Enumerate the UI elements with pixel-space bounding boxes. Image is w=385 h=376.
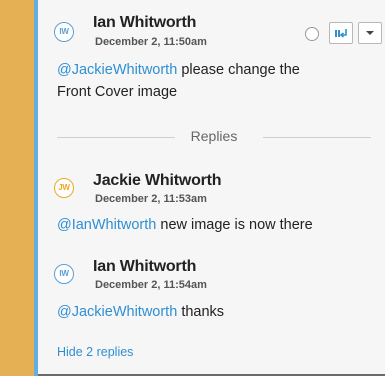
avatar: IW <box>54 22 74 42</box>
mention-link[interactable]: @JackieWhitworth <box>57 62 177 78</box>
comment-date: December 2, 11:50am <box>95 36 207 48</box>
comment-date: December 2, 11:53am <box>95 193 207 205</box>
replies-label: Replies <box>190 128 238 144</box>
comment-thread-panel: IW Ian Whitworth December 2, 11:50am @Ja… <box>34 0 385 376</box>
hide-replies-link[interactable]: Hide 2 replies <box>57 345 133 359</box>
mention-link[interactable]: @IanWhitworth <box>57 217 156 233</box>
mention-link[interactable]: @JackieWhitworth <box>57 304 177 320</box>
resolve-radio[interactable] <box>305 27 319 41</box>
comment-date: December 2, 11:54am <box>95 279 207 291</box>
comment-body: @JackieWhitworth please change the Front… <box>57 59 371 103</box>
more-options-button[interactable] <box>358 22 382 44</box>
comment-author: Jackie Whitworth <box>93 172 222 189</box>
replies-divider: Replies <box>57 127 371 147</box>
comment-author: Ian Whitworth <box>93 14 197 31</box>
chevron-down-icon <box>366 31 374 35</box>
comment-text: new image is now there <box>160 217 313 233</box>
comment-body: @IanWhitworth new image is now there <box>57 214 371 236</box>
avatar: JW <box>54 178 74 198</box>
comment-author: Ian Whitworth <box>93 258 197 275</box>
comment-text: thanks <box>181 304 225 320</box>
divider-line <box>263 137 371 138</box>
avatar: IW <box>54 264 74 284</box>
comment-text: Front Cover image <box>57 84 178 100</box>
comment-body: @JackieWhitworth thanks <box>57 301 371 323</box>
assign-arrow-icon <box>335 29 347 38</box>
comment-text: please change the <box>181 62 300 78</box>
assign-button[interactable] <box>329 22 353 44</box>
